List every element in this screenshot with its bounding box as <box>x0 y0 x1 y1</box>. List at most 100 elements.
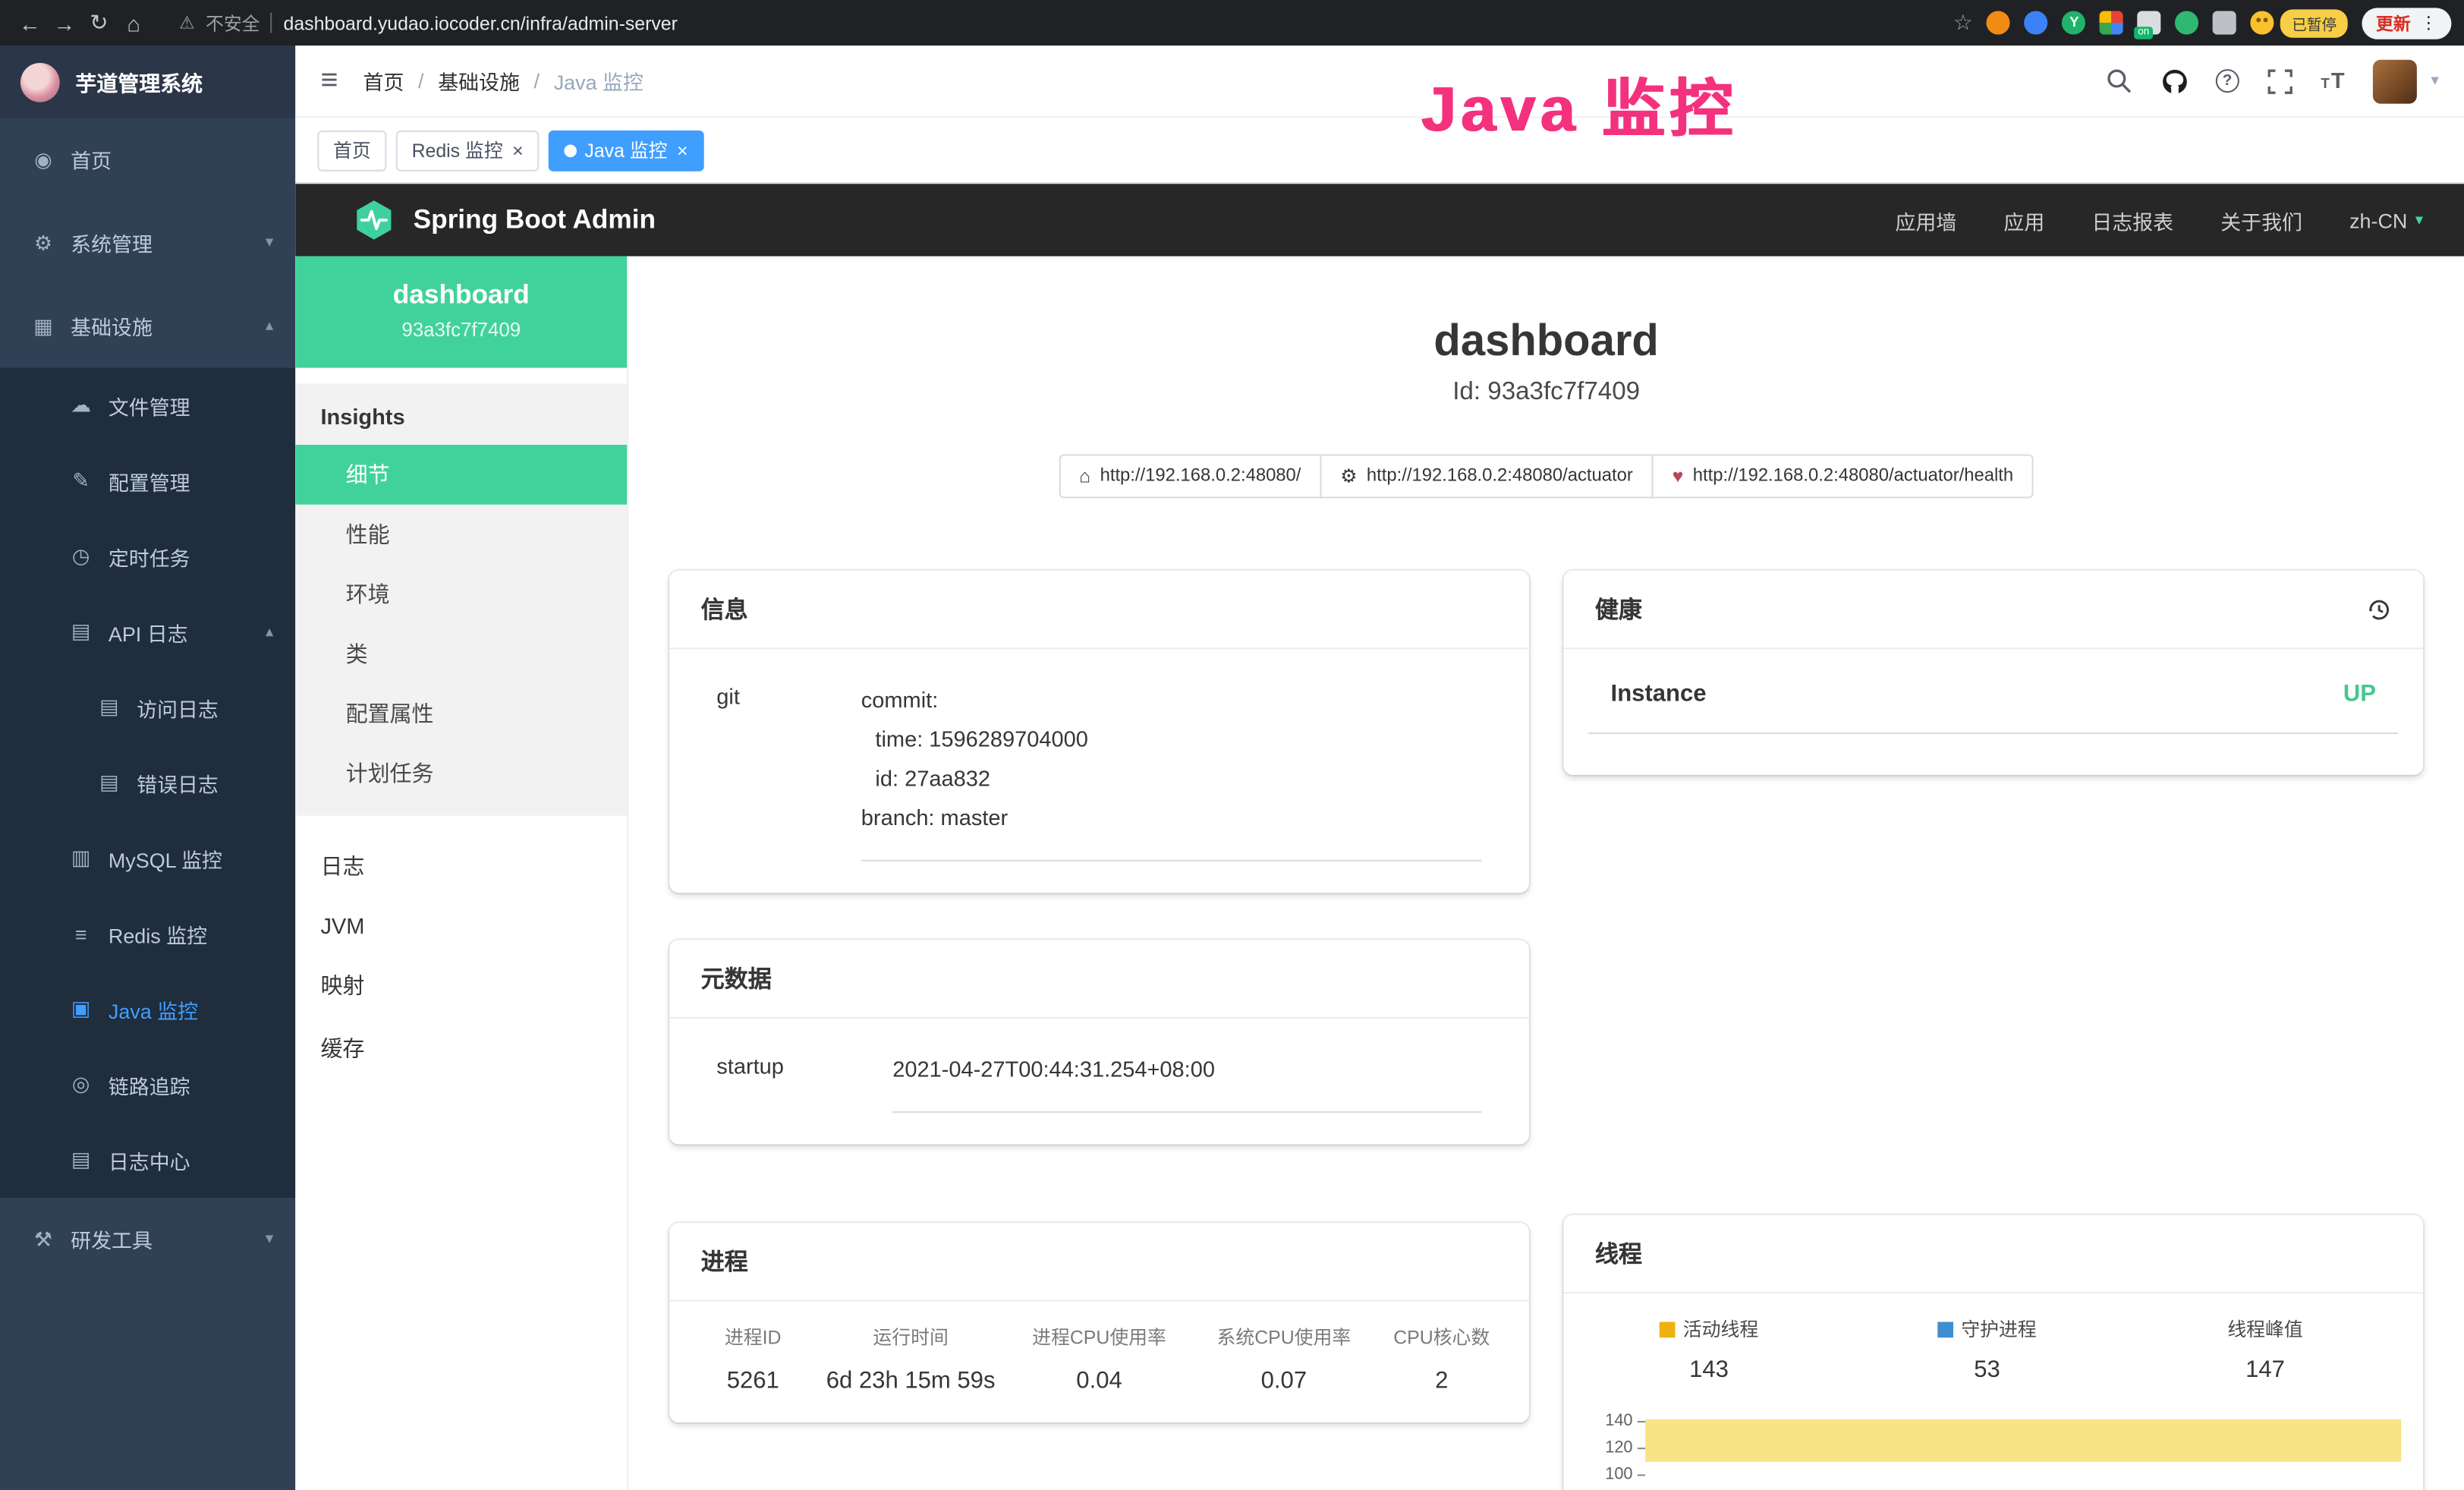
profile-emoji-icon <box>2251 11 2274 34</box>
sba-item-scheduled-tasks[interactable]: 计划任务 <box>295 743 627 803</box>
sidebar-item-dev-tools[interactable]: ⚒ 研发工具 ▾ <box>0 1198 295 1281</box>
threads-chart-yaxis: 140 120 100 <box>1570 1405 1645 1490</box>
document-icon: ▤ <box>97 695 121 720</box>
sidebar-item-java-monitor[interactable]: ▣ Java 监控 <box>0 972 295 1047</box>
app-logo[interactable]: 芋道管理系统 <box>0 46 295 118</box>
extension-icon-green[interactable]: Y <box>2063 11 2086 34</box>
sidebar-item-config-management[interactable]: ✎ 配置管理 <box>0 443 295 518</box>
legend-value: 143 <box>1570 1356 1849 1383</box>
clock-icon: ◷ <box>69 543 93 569</box>
sba-nav-applications[interactable]: 应用 <box>2003 205 2044 235</box>
sidebar-item-home[interactable]: ◉ 首页 <box>0 118 295 201</box>
logo-avatar <box>20 62 60 102</box>
tab-redis-monitor[interactable]: Redis 监控 × <box>396 130 540 171</box>
address-divider <box>271 13 272 33</box>
home-icon[interactable]: ⌂ <box>116 10 151 35</box>
screen: ← → ↻ ⌂ ⚠ 不安全 dashboard.yudao.iocoder.cn… <box>0 0 2464 1490</box>
instance-home-link[interactable]: ⌂ http://192.168.0.2:48080/ <box>1059 454 1321 498</box>
sidebar-item-label: 基础设施 <box>71 311 153 341</box>
chrome-update-button[interactable]: 更新 ⋮ <box>2362 7 2451 38</box>
daemon-threads-swatch <box>1937 1321 1953 1337</box>
avatar-caret-icon[interactable]: ▾ <box>2431 72 2438 90</box>
active-tab-dot <box>565 143 577 156</box>
sidebar-item-label: 配置管理 <box>109 466 190 496</box>
close-icon[interactable]: × <box>677 139 688 161</box>
user-avatar[interactable] <box>2373 59 2417 103</box>
sba-app-header[interactable]: dashboard 93a3fc7f7409 <box>295 257 627 368</box>
sba-item-mappings[interactable]: 映射 <box>295 954 627 1017</box>
sba-nav-journal[interactable]: 日志报表 <box>2091 205 2173 235</box>
sidebar-item-access-logs[interactable]: ▤ 访问日志 <box>0 669 295 745</box>
back-icon[interactable]: ← <box>13 10 48 35</box>
eye-icon: ◎ <box>69 1072 93 1097</box>
breadcrumb-home[interactable]: 首页 <box>363 66 404 96</box>
sba-item-logs[interactable]: 日志 <box>295 835 627 898</box>
sba-item-details[interactable]: 细节 <box>295 445 627 505</box>
col-value: 6d 23h 15m 59s <box>814 1368 1006 1394</box>
extension-icon-grid[interactable] <box>2101 11 2124 34</box>
sba-language-select[interactable]: zh-CN ▾ <box>2349 208 2423 232</box>
sidebar-item-error-logs[interactable]: ▤ 错误日志 <box>0 745 295 821</box>
fullscreen-icon[interactable] <box>2266 67 2294 95</box>
sidebar-item-label: 访问日志 <box>137 692 219 722</box>
threads-chart-live-area <box>1645 1419 2401 1462</box>
search-icon[interactable] <box>2106 67 2134 95</box>
legend-label: 活动线程 <box>1683 1315 1758 1342</box>
col-header: 运行时间 <box>814 1324 1006 1350</box>
sba-nav-wallboard[interactable]: 应用墙 <box>1896 205 1957 235</box>
link-label: http://192.168.0.2:48080/actuator/health <box>1693 467 2013 486</box>
font-size-icon[interactable]: TT <box>2321 67 2346 95</box>
sidebar-item-label: 链路追踪 <box>109 1069 190 1099</box>
forward-icon[interactable]: → <box>47 10 82 35</box>
sidebar-item-log-center[interactable]: ▤ 日志中心 <box>0 1123 295 1198</box>
extension-icon-switch[interactable]: on <box>2138 11 2161 34</box>
help-icon[interactable]: ? <box>2216 69 2239 93</box>
instance-actuator-link[interactable]: ⚙ http://192.168.0.2:48080/actuator <box>1320 454 1653 498</box>
reload-icon[interactable]: ↻ <box>82 9 117 36</box>
gear-icon: ⚙ <box>31 230 55 255</box>
sba-item-classes[interactable]: 类 <box>295 624 627 684</box>
sba-sidebar: dashboard 93a3fc7f7409 Insights 细节 性能 环境… <box>295 257 628 1490</box>
extension-paused-badge[interactable]: 已暂停 <box>2251 8 2347 36</box>
document-icon: ▤ <box>69 1148 93 1173</box>
threads-card: 线程 活动线程 143 守护进程 <box>1563 1215 2423 1490</box>
breadcrumb: 首页 / 基础设施 / Java 监控 <box>363 66 644 96</box>
sidebar-item-redis-monitor[interactable]: ≡ Redis 监控 <box>0 896 295 971</box>
sidebar-item-tracing[interactable]: ◎ 链路追踪 <box>0 1047 295 1122</box>
sba-nav-about[interactable]: 关于我们 <box>2220 205 2302 235</box>
sba-item-metrics[interactable]: 性能 <box>295 505 627 565</box>
tab-java-monitor[interactable]: Java 监控 × <box>549 130 703 171</box>
hamburger-icon[interactable]: ≡ <box>320 64 338 99</box>
toolbox-icon: ⚒ <box>31 1227 55 1252</box>
tab-home[interactable]: 首页 <box>317 130 386 171</box>
instance-title: dashboard <box>628 316 2464 366</box>
extensions-puzzle-icon[interactable] <box>2214 11 2237 34</box>
legend-live-threads: 活动线程 143 <box>1570 1315 1849 1383</box>
sidebar-item-infrastructure[interactable]: ▦ 基础设施 ▴ <box>0 285 295 368</box>
sidebar-item-scheduled-jobs[interactable]: ◷ 定时任务 <box>0 518 295 594</box>
sba-item-caches[interactable]: 缓存 <box>295 1017 627 1080</box>
extension-icon-leaf[interactable] <box>2176 11 2199 34</box>
sba-brand[interactable]: Spring Boot Admin <box>352 198 656 242</box>
bookmark-star-icon[interactable]: ☆ <box>1953 9 1973 36</box>
address-bar[interactable]: ⚠ 不安全 dashboard.yudao.iocoder.cn/infra/a… <box>179 10 678 35</box>
extension-icon-blue-drop[interactable] <box>2025 11 2048 34</box>
sidebar-item-mysql-monitor[interactable]: ▥ MySQL 监控 <box>0 821 295 896</box>
sba-item-environment[interactable]: 环境 <box>295 564 627 624</box>
sidebar-item-file-management[interactable]: ☁ 文件管理 <box>0 368 295 443</box>
browser-menu-icon[interactable]: ⋮ <box>2420 13 2437 33</box>
threads-chart-plot <box>1645 1405 2404 1490</box>
extension-icon-orange[interactable] <box>1987 11 2010 34</box>
col-value: 0.07 <box>1191 1368 1376 1394</box>
instance-health-link[interactable]: ♥ http://192.168.0.2:48080/actuator/heal… <box>1652 454 2034 498</box>
sidebar-item-api-logs[interactable]: ▤ API 日志 ▴ <box>0 594 295 669</box>
history-icon[interactable] <box>2367 597 2392 622</box>
sba-item-config-props[interactable]: 配置属性 <box>295 684 627 744</box>
breadcrumb-section[interactable]: 基础设施 <box>438 66 520 96</box>
metadata-card: 元数据 startup 2021-04-27T00:44:31.254+08:0… <box>669 940 1529 1144</box>
sidebar-item-system-management[interactable]: ⚙ 系统管理 ▾ <box>0 201 295 285</box>
github-icon[interactable] <box>2160 67 2189 95</box>
git-commit-line: commit: <box>861 681 1482 720</box>
close-icon[interactable]: × <box>512 139 524 161</box>
sba-item-jvm[interactable]: JVM <box>295 897 627 954</box>
